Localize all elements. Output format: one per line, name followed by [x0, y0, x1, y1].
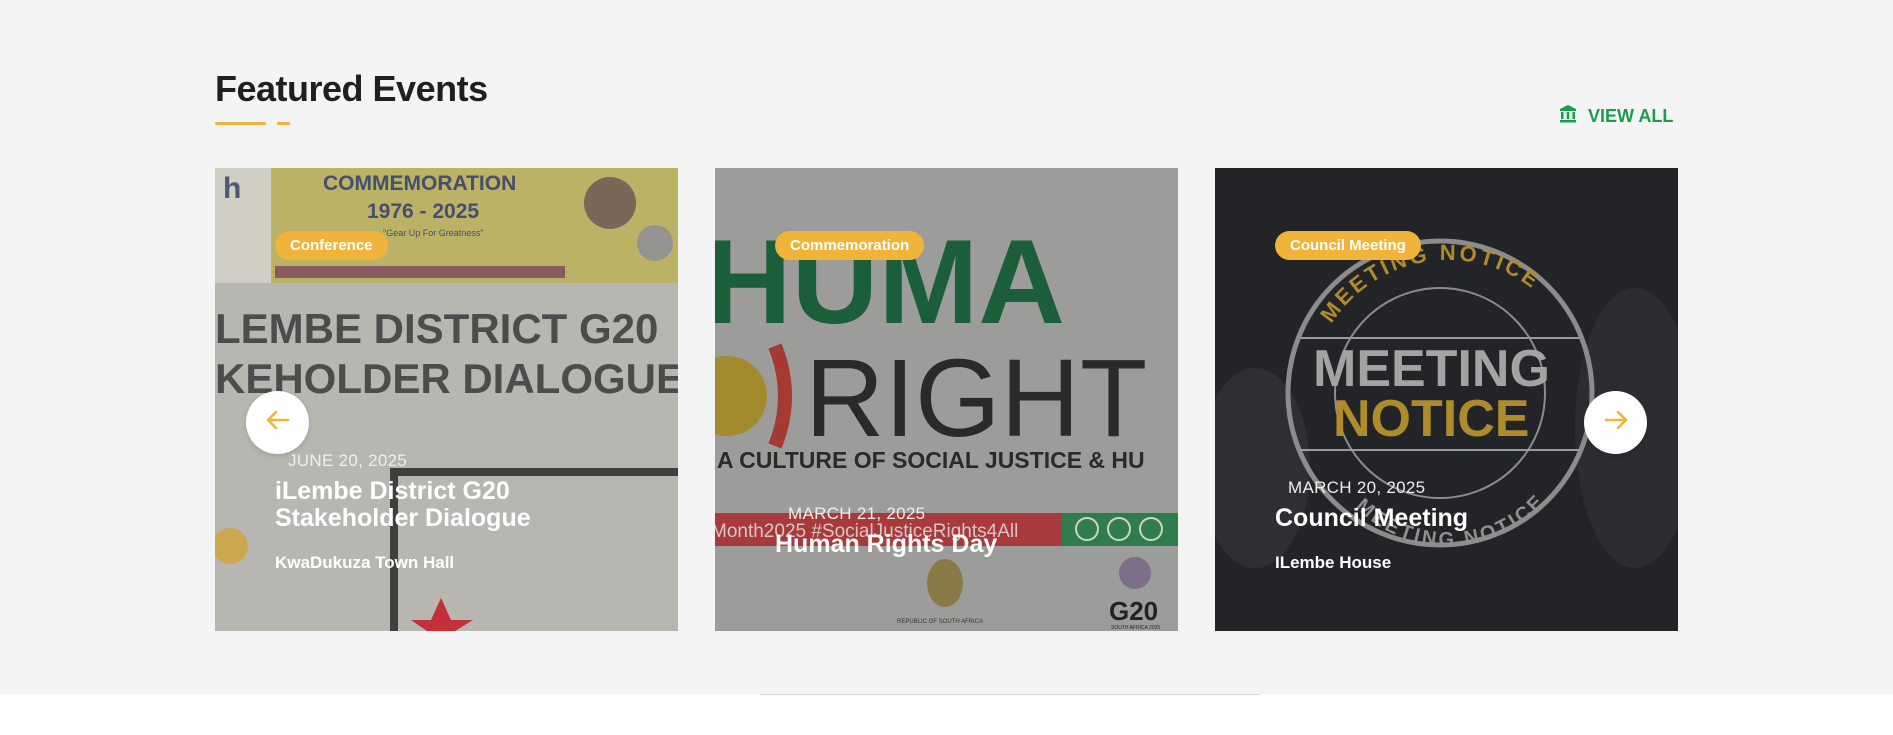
section-title: Featured Events: [215, 68, 488, 109]
event-title[interactable]: Human Rights Day: [775, 531, 1105, 558]
svg-text:A CULTURE OF SOCIAL JUSTICE &: A CULTURE OF SOCIAL JUSTICE & HU: [717, 447, 1145, 473]
event-card-commemoration[interactable]: HUMA RIGHT A CULTURE OF SOCIAL JUSTICE &…: [715, 168, 1178, 631]
title-underline-dot: [277, 122, 290, 125]
svg-text:G20: G20: [1109, 596, 1158, 626]
category-badge[interactable]: Council Meeting: [1275, 231, 1421, 260]
category-badge[interactable]: Commemoration: [775, 231, 925, 260]
title-underline: [215, 122, 266, 125]
event-title[interactable]: Council Meeting: [1275, 505, 1605, 532]
arrow-right-icon: [1602, 406, 1630, 439]
event-date: JUNE 20, 2025: [288, 451, 408, 470]
view-all-link[interactable]: VIEW ALL: [1558, 104, 1673, 129]
carousel-next-button[interactable]: [1584, 391, 1647, 454]
svg-text:REPUBLIC OF SOUTH AFRICA: REPUBLIC OF SOUTH AFRICA: [897, 619, 983, 625]
event-venue: ILembe House: [1275, 553, 1392, 572]
category-badge[interactable]: Conference: [275, 231, 388, 260]
section-divider: [760, 694, 1260, 695]
view-all-label: VIEW ALL: [1588, 106, 1674, 126]
svg-text:SOUTH AFRICA 2025: SOUTH AFRICA 2025: [1111, 625, 1160, 631]
building-icon: [1558, 104, 1578, 129]
carousel-prev-button[interactable]: [246, 391, 309, 454]
event-title[interactable]: iLembe District G20 Stakeholder Dialogue: [275, 478, 605, 532]
svg-text:RIGHT: RIGHT: [805, 337, 1147, 460]
event-date: MARCH 21, 2025: [788, 504, 926, 523]
event-venue: KwaDukuza Town Hall: [275, 553, 455, 572]
svg-text:NOTICE: NOTICE: [1333, 390, 1529, 448]
event-date: MARCH 20, 2025: [1288, 478, 1426, 497]
arrow-left-icon: [264, 406, 292, 439]
next-section-band: [0, 694, 1893, 735]
